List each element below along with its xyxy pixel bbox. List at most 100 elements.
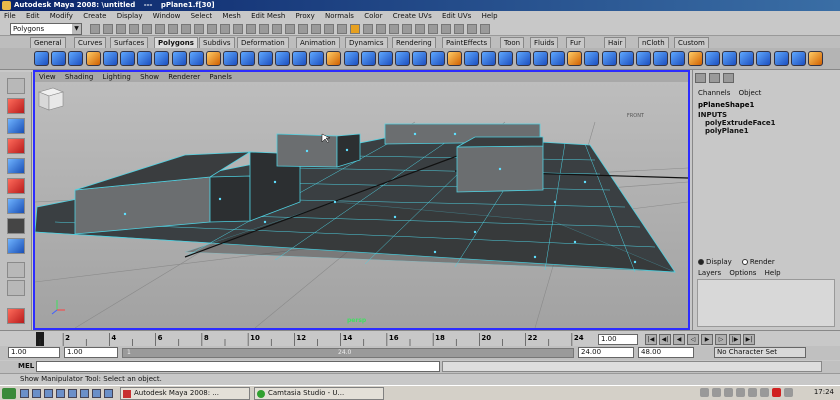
- tray-icon[interactable]: [748, 388, 757, 397]
- tab-hair[interactable]: Hair: [604, 37, 627, 48]
- time-slider[interactable]: 2 4 6 8 10 12 14 16 18 20 22 24 1.00 |◀ ◀| ◀ ◁ ▶ ▷ …: [0, 330, 840, 346]
- menu-window[interactable]: Window: [153, 12, 181, 20]
- snap-point-icon[interactable]: [376, 24, 386, 34]
- snap-view-plane-icon[interactable]: [389, 24, 399, 34]
- tab-animation[interactable]: Animation: [296, 37, 340, 48]
- poly-cylinder-icon[interactable]: [68, 51, 84, 66]
- highlight-selection-icon[interactable]: [337, 24, 347, 34]
- sculpt-icon[interactable]: [378, 51, 393, 66]
- mask-handles-icon[interactable]: [168, 24, 178, 34]
- construction-history-icon[interactable]: [428, 24, 438, 34]
- fill-hole-icon[interactable]: [636, 51, 651, 66]
- step-back-icon[interactable]: ◀|: [659, 334, 671, 345]
- boolean-union-icon[interactable]: [309, 51, 325, 66]
- render-globals-icon[interactable]: [480, 24, 490, 34]
- poly-platonic-icon[interactable]: [223, 51, 239, 66]
- go-to-end-icon[interactable]: ▶|: [743, 334, 755, 345]
- tab-deformation[interactable]: Deformation: [237, 37, 289, 48]
- wedge-icon[interactable]: [498, 51, 514, 66]
- quick-launch-icon[interactable]: [92, 389, 101, 398]
- select-hierarchy-icon[interactable]: [129, 24, 139, 34]
- menu-select[interactable]: Select: [191, 12, 213, 20]
- new-scene-icon[interactable]: [90, 24, 100, 34]
- step-forward-icon[interactable]: |▶: [729, 334, 741, 345]
- spherical-mapping-icon[interactable]: [722, 51, 737, 66]
- menu-display[interactable]: Display: [117, 12, 143, 20]
- tab-custom[interactable]: Custom: [674, 37, 709, 48]
- perspective-viewport[interactable]: View Shading Lighting Show Renderer Pane…: [33, 70, 690, 330]
- quadrangulate-icon[interactable]: [618, 51, 634, 66]
- menu-edit-mesh[interactable]: Edit Mesh: [251, 12, 285, 20]
- tab-ncloth[interactable]: nCloth: [638, 37, 669, 48]
- layer-menu-help[interactable]: Help: [765, 269, 781, 277]
- viewcube-icon[interactable]: [35, 82, 67, 114]
- quick-launch-icon[interactable]: [104, 389, 113, 398]
- quick-launch-icon[interactable]: [56, 389, 65, 398]
- scale-tool-icon[interactable]: [7, 178, 25, 194]
- poly-pyramid-icon[interactable]: [154, 51, 170, 66]
- taskbar-item-camtasia[interactable]: Camtasia Studio - U...: [254, 387, 384, 400]
- triangulate-icon[interactable]: [601, 51, 617, 66]
- poly-cube-icon[interactable]: [51, 51, 67, 66]
- character-set-menu[interactable]: No Character Set: [714, 347, 806, 358]
- play-backwards-icon[interactable]: ◁: [687, 334, 699, 345]
- last-tool-icon[interactable]: [7, 218, 25, 234]
- layer-menu-options[interactable]: Options: [729, 269, 756, 277]
- tab-subdivs[interactable]: Subdivs: [199, 37, 235, 48]
- show-desktop-icon[interactable]: [20, 389, 29, 398]
- menu-create[interactable]: Create: [83, 12, 106, 20]
- paint-select-tool-icon[interactable]: [7, 118, 25, 134]
- manipulator-tool-icon[interactable]: [7, 198, 25, 214]
- layer-menu-layers[interactable]: Layers: [698, 269, 721, 277]
- input-output-icon[interactable]: [415, 24, 425, 34]
- taskbar-item-maya[interactable]: Autodesk Maya 2008: ...: [120, 387, 250, 400]
- mask-deformers-icon[interactable]: [220, 24, 230, 34]
- mask-joints-icon[interactable]: [181, 24, 191, 34]
- separate-icon[interactable]: [257, 51, 273, 66]
- mask-surfaces-icon[interactable]: [207, 24, 217, 34]
- range-bar[interactable]: 1 24.0: [122, 348, 574, 358]
- animation-end-field[interactable]: 48.00: [638, 347, 694, 358]
- quick-launch-icon[interactable]: [68, 389, 77, 398]
- bridge-icon[interactable]: [395, 51, 411, 66]
- uv-editor-icon[interactable]: [756, 51, 772, 66]
- viewport-menu-show[interactable]: Show: [140, 73, 159, 81]
- automatic-mapping-icon[interactable]: [739, 51, 755, 66]
- smooth-proxy-icon[interactable]: [670, 51, 686, 66]
- unitize-uvs-icon[interactable]: [808, 51, 823, 66]
- explorer-icon[interactable]: [44, 389, 53, 398]
- poly-prism-icon[interactable]: [137, 51, 153, 66]
- channel-box-node-name[interactable]: pPlaneShape1: [698, 101, 828, 109]
- split-polygon-icon[interactable]: [429, 51, 445, 66]
- channel-box-menu-channels[interactable]: Channels: [698, 89, 730, 97]
- tray-icon[interactable]: [760, 388, 769, 397]
- ipr-render-icon[interactable]: [467, 24, 477, 34]
- current-frame-field[interactable]: 1.00: [598, 334, 638, 345]
- poke-icon[interactable]: [515, 51, 531, 66]
- append-icon[interactable]: [412, 51, 428, 66]
- poly-plane-icon[interactable]: [102, 51, 118, 66]
- open-scene-icon[interactable]: [103, 24, 113, 34]
- playback-start-field[interactable]: 1.00: [64, 347, 118, 358]
- select-component-icon[interactable]: [155, 24, 165, 34]
- menu-create-uvs[interactable]: Create UVs: [393, 12, 432, 20]
- mask-vertex-icon[interactable]: [272, 24, 282, 34]
- poly-helix-icon[interactable]: [188, 51, 204, 66]
- menu-color[interactable]: Color: [364, 12, 382, 20]
- single-perspective-layout-icon[interactable]: [7, 238, 25, 254]
- delete-edge-icon[interactable]: [584, 51, 600, 66]
- poly-pipe-icon[interactable]: [171, 51, 187, 66]
- tab-general[interactable]: General: [30, 37, 66, 48]
- render-layers-radio[interactable]: Render: [741, 258, 775, 266]
- mask-rendering-icon[interactable]: [246, 24, 256, 34]
- tab-toon[interactable]: Toon: [500, 37, 525, 48]
- mask-uv-icon[interactable]: [311, 24, 321, 34]
- layer-list[interactable]: [697, 279, 835, 327]
- layout-uvs-icon[interactable]: [773, 51, 789, 66]
- menu-help[interactable]: Help: [482, 12, 498, 20]
- move-tool-icon[interactable]: [7, 138, 25, 154]
- bevel-icon[interactable]: [532, 51, 548, 66]
- extract-icon[interactable]: [274, 51, 290, 66]
- time-ruler[interactable]: 2 4 6 8 10 12 14 16 18 20 22 24: [36, 331, 591, 347]
- four-view-layout-icon[interactable]: [7, 262, 25, 278]
